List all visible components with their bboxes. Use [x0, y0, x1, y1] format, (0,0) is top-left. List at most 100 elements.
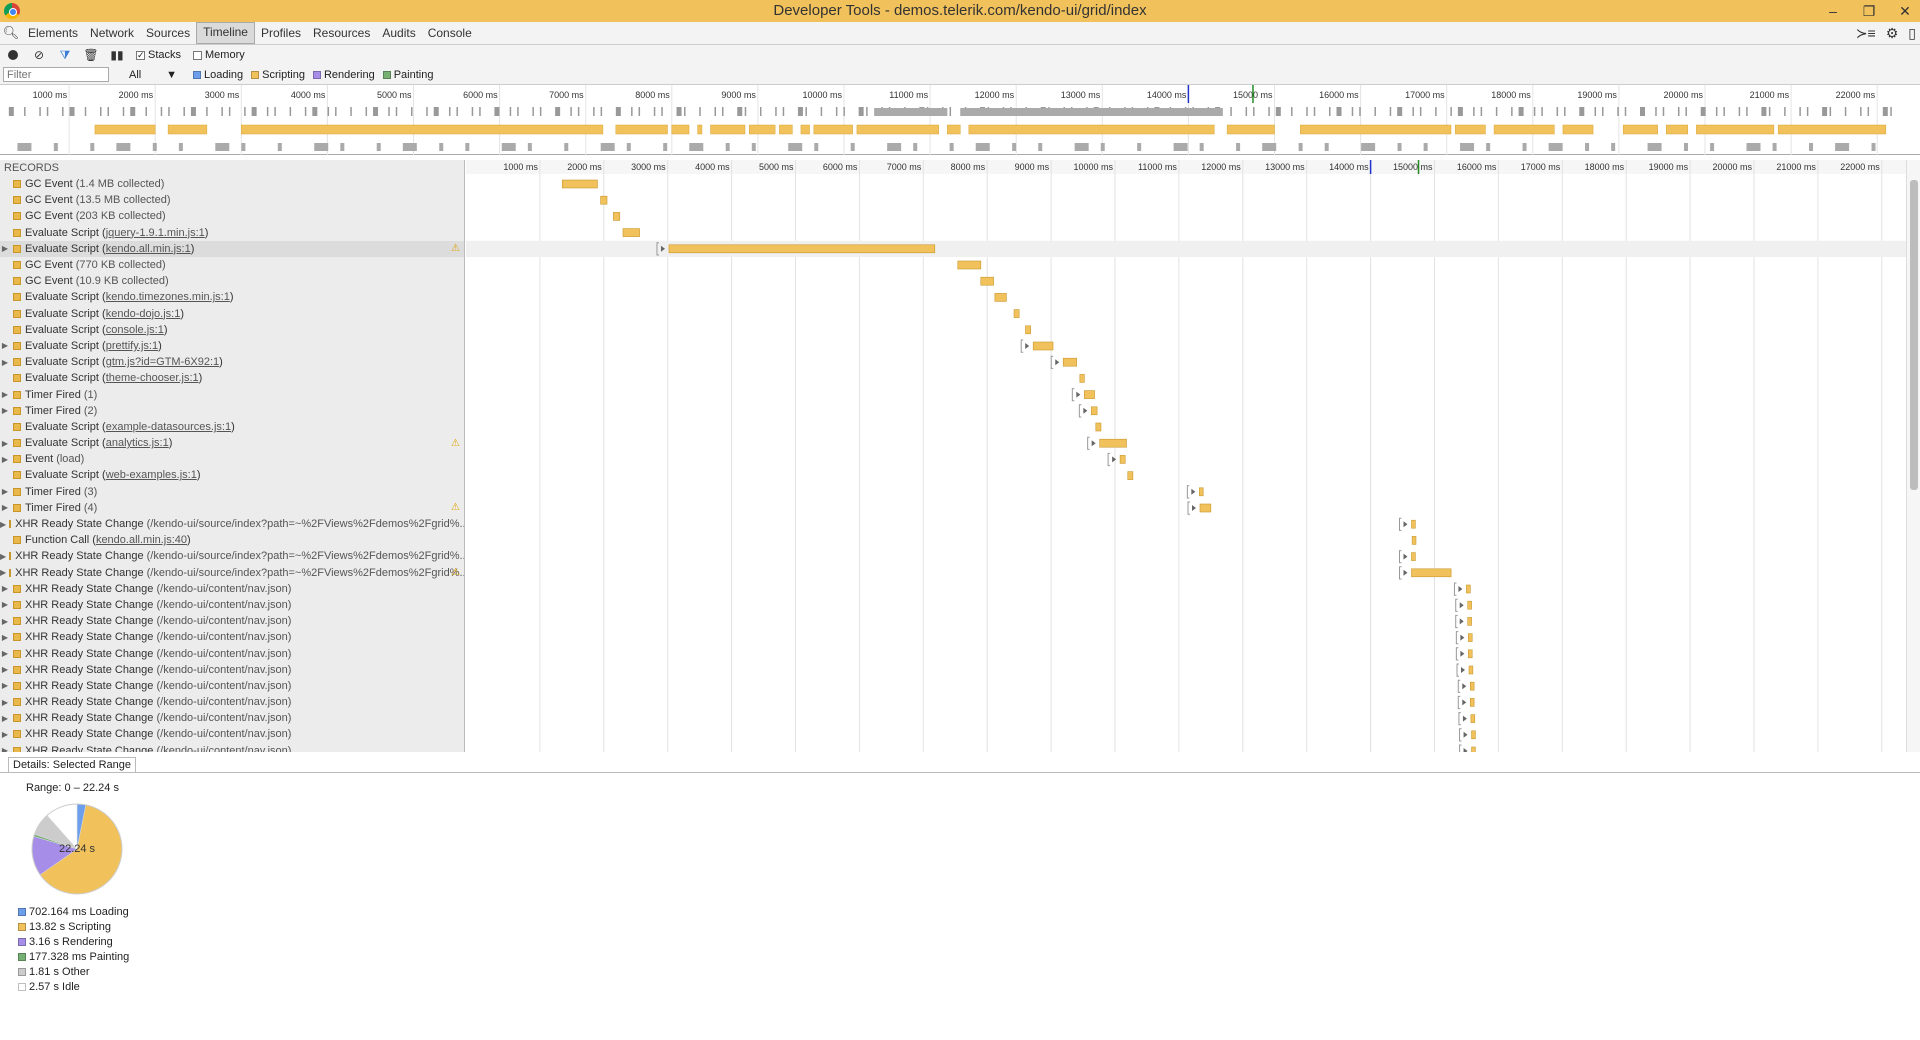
- record-source-link[interactable]: example-datasources.js:1: [106, 421, 231, 433]
- gear-icon[interactable]: ⚙: [1886, 25, 1899, 42]
- record-row[interactable]: ▶ XHR Ready State Change (/kendo-ui/sourc…: [0, 565, 464, 581]
- record-row[interactable]: Evaluate Script (example-datasources.js:…: [0, 419, 464, 435]
- expand-triangle-icon[interactable]: ▶: [0, 730, 10, 739]
- tab-elements[interactable]: Elements: [22, 22, 84, 44]
- expand-triangle-icon[interactable]: ▶: [0, 455, 10, 464]
- expand-triangle-icon[interactable]: ▶: [0, 633, 10, 642]
- record-source-link[interactable]: theme-chooser.js:1: [106, 372, 199, 384]
- expand-triangle-icon[interactable]: ▶: [0, 358, 10, 367]
- record-row[interactable]: GC Event (770 KB collected): [0, 257, 464, 273]
- record-row[interactable]: ▶ Evaluate Script (gtm.js?id=GTM-6X92:1): [0, 354, 464, 370]
- record-source-link[interactable]: console.js:1: [106, 324, 164, 336]
- tab-timeline[interactable]: Timeline: [196, 22, 255, 44]
- record-row[interactable]: ▶ Evaluate Script (prettify.js:1): [0, 338, 464, 354]
- record-row[interactable]: GC Event (1.4 MB collected): [0, 176, 464, 192]
- record-row[interactable]: ▶ XHR Ready State Change (/kendo-ui/conte…: [0, 678, 464, 694]
- expand-triangle-icon[interactable]: ▶: [0, 439, 10, 448]
- record-row[interactable]: ▶ XHR Ready State Change (/kendo-ui/conte…: [0, 710, 464, 726]
- record-row[interactable]: Evaluate Script (jquery-1.9.1.min.js:1): [0, 225, 464, 241]
- console-drawer-icon[interactable]: ≻≡: [1856, 25, 1876, 42]
- record-row[interactable]: ▶ Evaluate Script (kendo.all.min.js:1) ⚠: [0, 240, 464, 257]
- warning-icon[interactable]: ⚠: [451, 438, 460, 449]
- record-source-link[interactable]: kendo.all.min.js:40: [96, 534, 187, 546]
- expand-triangle-icon[interactable]: ▶: [0, 617, 10, 626]
- overview-graph[interactable]: 1000 ms 2000 ms 3000 ms 4000 ms 5000 ms 6000 …: [0, 85, 1920, 155]
- scrollbar-thumb[interactable]: [1910, 180, 1918, 490]
- expand-triangle-icon[interactable]: ▶: [0, 681, 10, 690]
- tab-console[interactable]: Console: [422, 22, 478, 44]
- legend-painting-checkbox[interactable]: Painting: [382, 69, 433, 81]
- record-row[interactable]: GC Event (203 KB collected): [0, 208, 464, 224]
- details-tab[interactable]: Details: Selected Range: [8, 757, 137, 772]
- record-source-link[interactable]: gtm.js?id=GTM-6X92:1: [106, 356, 219, 368]
- expand-triangle-icon[interactable]: ▶: [0, 503, 10, 512]
- tab-audits[interactable]: Audits: [376, 22, 421, 44]
- record-row[interactable]: Evaluate Script (web-examples.js:1): [0, 467, 464, 483]
- record-row[interactable]: ▶ Timer Fired (4) ⚠: [0, 500, 464, 516]
- record-row[interactable]: ▶ Timer Fired (3): [0, 484, 464, 500]
- record-row[interactable]: ▶ XHR Ready State Change (/kendo-ui/conte…: [0, 645, 464, 661]
- close-icon[interactable]: ✕: [1898, 0, 1912, 22]
- record-row[interactable]: Evaluate Script (kendo.timezones.min.js:…: [0, 289, 464, 305]
- expand-triangle-icon[interactable]: ▶: [0, 600, 10, 609]
- expand-triangle-icon[interactable]: ▶: [0, 390, 10, 399]
- bars-view-icon[interactable]: ▮▮: [110, 48, 124, 62]
- record-source-link[interactable]: kendo-dojo.js:1: [106, 308, 181, 320]
- record-row[interactable]: ▶ XHR Ready State Change (/kendo-ui/conte…: [0, 629, 464, 645]
- record-row[interactable]: GC Event (10.9 KB collected): [0, 273, 464, 289]
- tab-resources[interactable]: Resources: [307, 22, 376, 44]
- clear-icon[interactable]: ⊘: [32, 48, 46, 62]
- expand-triangle-icon[interactable]: ▶: [0, 568, 6, 577]
- record-row[interactable]: ▶ XHR Ready State Change (/kendo-ui/conte…: [0, 581, 464, 597]
- stacks-checkbox[interactable]: ✓ Stacks: [136, 49, 181, 61]
- record-row[interactable]: GC Event (13.5 MB collected): [0, 192, 464, 208]
- record-source-link[interactable]: prettify.js:1: [106, 340, 158, 352]
- expand-triangle-icon[interactable]: ▶: [0, 665, 10, 674]
- expand-triangle-icon[interactable]: ▶: [0, 649, 10, 658]
- expand-triangle-icon[interactable]: ▶: [0, 487, 10, 496]
- expand-triangle-icon[interactable]: ▶: [0, 244, 10, 253]
- expand-triangle-icon[interactable]: ▶: [0, 520, 6, 529]
- legend-scripting-checkbox[interactable]: Scripting: [251, 69, 305, 81]
- record-row[interactable]: Evaluate Script (theme-chooser.js:1): [0, 370, 464, 386]
- records-timeline-graph[interactable]: 1000 ms 2000 ms 3000 ms 4000 ms 5000 ms 6000 …: [466, 160, 1906, 752]
- record-source-link[interactable]: kendo.timezones.min.js:1: [106, 291, 230, 303]
- record-row[interactable]: ▶ Timer Fired (1): [0, 386, 464, 402]
- expand-triangle-icon[interactable]: ▶: [0, 552, 6, 561]
- record-row[interactable]: ▶ Event (load): [0, 451, 464, 467]
- record-source-link[interactable]: analytics.js:1: [106, 437, 169, 449]
- vertical-scrollbar[interactable]: [1906, 160, 1920, 752]
- timeline-overview[interactable]: 1000 ms 2000 ms 3000 ms 4000 ms 5000 ms 6000 …: [0, 85, 1920, 155]
- record-row[interactable]: ▶ Evaluate Script (analytics.js:1) ⚠: [0, 435, 464, 451]
- record-row[interactable]: ▶ XHR Ready State Change (/kendo-ui/conte…: [0, 743, 464, 752]
- legend-loading-checkbox[interactable]: Loading: [193, 69, 243, 81]
- expand-triangle-icon[interactable]: ▶: [0, 584, 10, 593]
- tab-network[interactable]: Network: [84, 22, 140, 44]
- category-select[interactable]: All ▼: [117, 69, 177, 81]
- record-row[interactable]: ▶ XHR Ready State Change (/kendo-ui/conte…: [0, 694, 464, 710]
- memory-checkbox[interactable]: Memory: [193, 49, 245, 61]
- record-source-link[interactable]: jquery-1.9.1.min.js:1: [106, 227, 205, 239]
- expand-triangle-icon[interactable]: ▶: [0, 714, 10, 723]
- record-row[interactable]: ▶ XHR Ready State Change (/kendo-ui/conte…: [0, 726, 464, 742]
- record-row[interactable]: ▶ XHR Ready State Change (/kendo-ui/sourc…: [0, 516, 464, 532]
- warning-icon[interactable]: ⚠: [451, 502, 460, 513]
- record-row[interactable]: Evaluate Script (console.js:1): [0, 322, 464, 338]
- legend-rendering-checkbox[interactable]: Rendering: [312, 69, 375, 81]
- warning-icon[interactable]: ⚠: [451, 243, 460, 254]
- warning-icon[interactable]: ⚠: [451, 567, 460, 578]
- minimize-icon[interactable]: –: [1826, 0, 1840, 22]
- filter-input[interactable]: [3, 67, 109, 82]
- expand-triangle-icon[interactable]: ▶: [0, 406, 10, 415]
- record-row[interactable]: Function Call (kendo.all.min.js:40): [0, 532, 464, 548]
- tab-sources[interactable]: Sources: [140, 22, 196, 44]
- record-row[interactable]: ▶ Timer Fired (2): [0, 403, 464, 419]
- expand-triangle-icon[interactable]: ▶: [0, 698, 10, 707]
- filter-icon[interactable]: ⧩: [58, 48, 72, 62]
- records-timeline[interactable]: 1000 ms 2000 ms 3000 ms 4000 ms 5000 ms 6000 …: [466, 160, 1906, 752]
- record-row[interactable]: ▶ XHR Ready State Change (/kendo-ui/conte…: [0, 613, 464, 629]
- record-row[interactable]: Evaluate Script (kendo-dojo.js:1): [0, 306, 464, 322]
- tab-profiles[interactable]: Profiles: [255, 22, 307, 44]
- expand-triangle-icon[interactable]: ▶: [0, 746, 10, 752]
- record-row[interactable]: ▶ XHR Ready State Change (/kendo-ui/conte…: [0, 662, 464, 678]
